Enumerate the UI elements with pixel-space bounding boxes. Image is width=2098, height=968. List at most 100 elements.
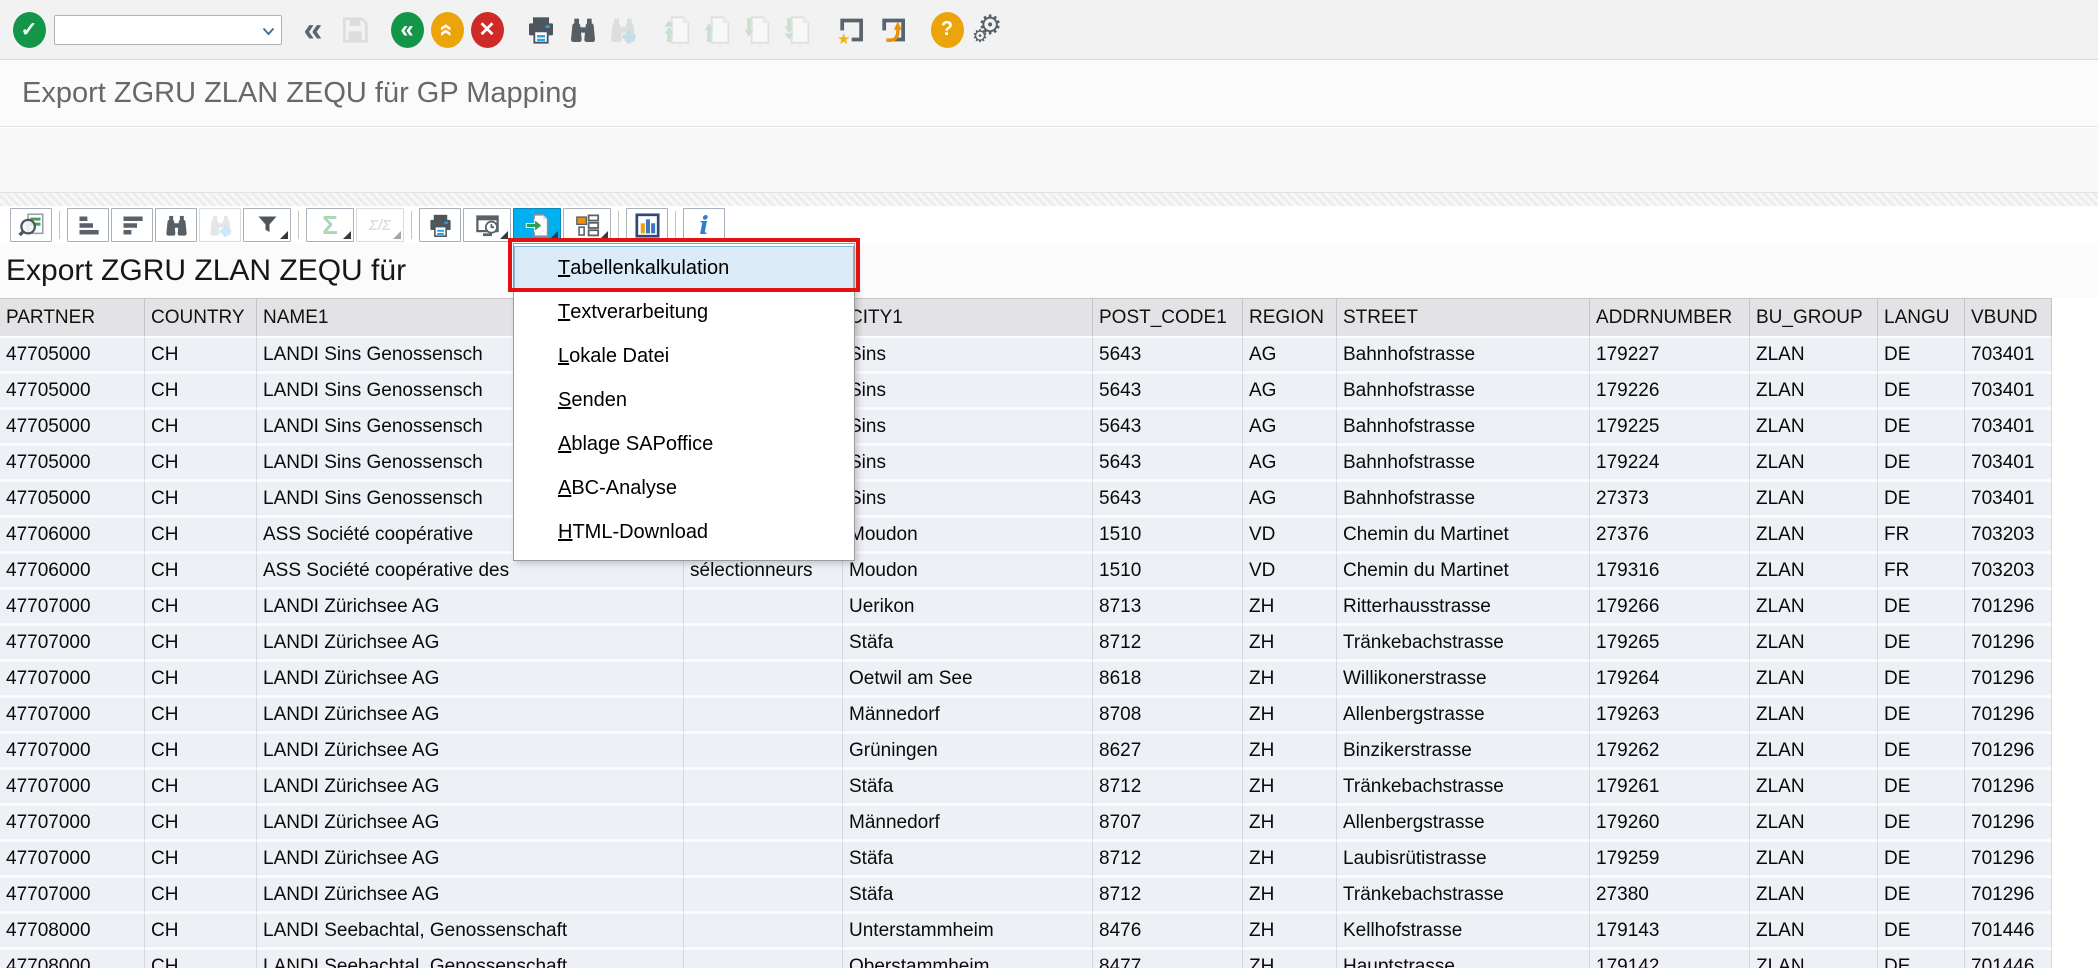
cell[interactable]: 8707 (1093, 806, 1243, 842)
cell[interactable]: ZLAN (1750, 698, 1878, 734)
sort-descending-button[interactable] (111, 208, 153, 242)
cell[interactable]: 27380 (1590, 878, 1750, 914)
cell[interactable]: 5643 (1093, 338, 1243, 374)
command-field[interactable] (54, 15, 282, 45)
cell[interactable]: 27376 (1590, 518, 1750, 554)
cell[interactable]: Allenbergstrasse (1337, 806, 1590, 842)
cell[interactable] (684, 590, 843, 626)
cell[interactable]: 701296 (1965, 842, 2052, 878)
cell[interactable]: 179266 (1590, 590, 1750, 626)
cell[interactable]: CH (145, 734, 257, 770)
cell[interactable]: Männedorf (843, 806, 1093, 842)
cell[interactable]: Bahnhofstrasse (1337, 374, 1590, 410)
cell[interactable]: LANDI Zürichsee AG (257, 734, 684, 770)
cell[interactable]: 5643 (1093, 374, 1243, 410)
cell[interactable]: LANDI Zürichsee AG (257, 590, 684, 626)
cell[interactable]: 179316 (1590, 554, 1750, 590)
cell[interactable]: Männedorf (843, 698, 1093, 734)
filter-button[interactable] (243, 208, 291, 242)
cell[interactable]: ZLAN (1750, 626, 1878, 662)
cell[interactable]: LANDI Zürichsee AG (257, 770, 684, 806)
cell[interactable]: ZH (1243, 590, 1337, 626)
cell[interactable]: 179261 (1590, 770, 1750, 806)
cell[interactable] (684, 842, 843, 878)
cell[interactable]: LANDI Zürichsee AG (257, 806, 684, 842)
cell[interactable]: ZH (1243, 662, 1337, 698)
column-header-POST_CODE1[interactable]: POST_CODE1 (1093, 298, 1243, 338)
cell[interactable]: Allenbergstrasse (1337, 698, 1590, 734)
new-session-button[interactable]: ★ (832, 9, 870, 51)
cell[interactable]: 47705000 (0, 410, 145, 446)
cell[interactable]: Bahnhofstrasse (1337, 482, 1590, 518)
print-button[interactable] (419, 208, 461, 242)
views-button[interactable] (463, 208, 511, 242)
cell[interactable]: Kellhofstrasse (1337, 914, 1590, 950)
cell[interactable]: Chemin du Martinet (1337, 554, 1590, 590)
cell[interactable]: Stäfa (843, 878, 1093, 914)
cell[interactable]: 701296 (1965, 806, 2052, 842)
cell[interactable]: Chemin du Martinet (1337, 518, 1590, 554)
details-button[interactable] (10, 208, 52, 242)
cell[interactable]: Sins (843, 446, 1093, 482)
cell[interactable]: Stäfa (843, 626, 1093, 662)
cell[interactable]: 5643 (1093, 446, 1243, 482)
cell[interactable]: Binzikerstrasse (1337, 734, 1590, 770)
cell[interactable]: Sins (843, 338, 1093, 374)
cell[interactable]: 47707000 (0, 806, 145, 842)
column-header-STREET[interactable]: STREET (1337, 298, 1590, 338)
cell[interactable] (684, 914, 843, 950)
cell[interactable]: 8712 (1093, 878, 1243, 914)
cell[interactable]: 701446 (1965, 914, 2052, 950)
cell[interactable]: 47705000 (0, 374, 145, 410)
cell[interactable]: 701296 (1965, 734, 2052, 770)
column-header-PARTNER[interactable]: PARTNER (0, 298, 145, 338)
column-header-ADDRNUMBER[interactable]: ADDRNUMBER (1590, 298, 1750, 338)
cell[interactable]: CH (145, 626, 257, 662)
cell[interactable]: FR (1878, 518, 1965, 554)
cell[interactable] (684, 734, 843, 770)
cell[interactable]: DE (1878, 914, 1965, 950)
cell[interactable]: ZLAN (1750, 410, 1878, 446)
cell[interactable]: ZLAN (1750, 374, 1878, 410)
cell[interactable]: 179265 (1590, 626, 1750, 662)
cell[interactable]: 701296 (1965, 626, 2052, 662)
cell[interactable]: 179226 (1590, 374, 1750, 410)
cell[interactable]: VD (1243, 518, 1337, 554)
cell[interactable]: DE (1878, 662, 1965, 698)
cell[interactable]: AG (1243, 338, 1337, 374)
cell[interactable]: CH (145, 770, 257, 806)
cell[interactable]: ZLAN (1750, 446, 1878, 482)
cell[interactable]: Tränkebachstrasse (1337, 878, 1590, 914)
cell[interactable]: DE (1878, 698, 1965, 734)
cell[interactable]: 703401 (1965, 410, 2052, 446)
column-header-CITY1[interactable]: CITY1 (843, 298, 1093, 338)
cell[interactable]: 8712 (1093, 626, 1243, 662)
cell[interactable]: 179142 (1590, 950, 1750, 968)
customize-layout-button[interactable]: ⚙⚙ (970, 9, 1008, 51)
cell[interactable]: Grüningen (843, 734, 1093, 770)
cell[interactable]: AG (1243, 410, 1337, 446)
cell[interactable]: ZLAN (1750, 482, 1878, 518)
cell[interactable]: Moudon (843, 518, 1093, 554)
cell[interactable]: Moudon (843, 554, 1093, 590)
cell[interactable]: Stäfa (843, 770, 1093, 806)
cell[interactable]: 703401 (1965, 482, 2052, 518)
cell[interactable]: LANDI Zürichsee AG (257, 698, 684, 734)
cell[interactable]: 47705000 (0, 338, 145, 374)
cell[interactable]: CH (145, 554, 257, 590)
cell[interactable]: ZH (1243, 950, 1337, 968)
cell[interactable]: 47705000 (0, 446, 145, 482)
cell[interactable]: ZLAN (1750, 338, 1878, 374)
cell[interactable]: Willikonerstrasse (1337, 662, 1590, 698)
cell[interactable]: DE (1878, 446, 1965, 482)
choose-layout-button[interactable] (563, 208, 611, 242)
cell[interactable]: ZLAN (1750, 950, 1878, 968)
help-button[interactable]: ? (928, 9, 966, 51)
cell[interactable]: Stäfa (843, 842, 1093, 878)
cell[interactable]: CH (145, 662, 257, 698)
cell[interactable]: ZLAN (1750, 662, 1878, 698)
cell[interactable]: FR (1878, 554, 1965, 590)
cell[interactable]: 179262 (1590, 734, 1750, 770)
cell[interactable]: CH (145, 842, 257, 878)
cell[interactable]: DE (1878, 482, 1965, 518)
